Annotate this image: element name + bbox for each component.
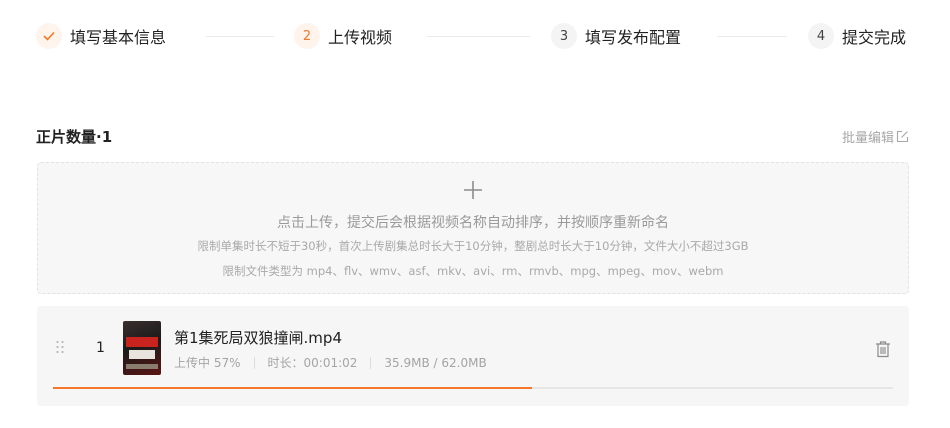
batch-edit-label: 批量编辑 [841, 131, 894, 146]
plus-icon [464, 181, 482, 199]
upload-instruction: 点击上传，提交后会根据视频名称自动排序，并按顺序重新命名 [277, 215, 669, 231]
step-label: 上传视频 [328, 28, 393, 47]
episode-count-title: 正片数量·1 [36, 128, 113, 146]
step-number: 4 [808, 23, 834, 49]
edit-icon [896, 130, 909, 143]
step-done-check-icon [36, 23, 62, 49]
step-connector [717, 36, 787, 37]
trash-icon[interactable] [875, 340, 891, 358]
step-submit-done: 4 提交完成 [808, 22, 906, 50]
step-label: 填写发布配置 [585, 28, 682, 47]
step-connector [427, 36, 530, 37]
batch-edit-button[interactable]: 批量编辑 [842, 127, 909, 146]
file-size: 35.9MB / 62.0MB [384, 355, 487, 370]
step-label: 填写基本信息 [70, 28, 167, 47]
file-name: 第1集死局双狼撞闸.mp4 [174, 329, 342, 347]
step-connector [206, 36, 274, 37]
upload-file-types: 限制文件类型为 mp4、flv、wmv、asf、mkv、avi、rm、rmvb、… [222, 264, 724, 278]
step-label: 提交完成 [842, 28, 907, 47]
divider [370, 356, 372, 369]
step-number: 3 [551, 23, 577, 49]
step-publish-config: 3 填写发布配置 [551, 22, 681, 50]
upload-progress-bar [53, 387, 893, 389]
video-duration: 时长：00:01:02 [267, 356, 358, 370]
divider [253, 356, 255, 369]
drag-handle-icon[interactable] [55, 339, 65, 355]
upload-file-item: 1 第1集死局双狼撞闸.mp4 上传中 57% 时长：00:01:02 35.9… [37, 306, 909, 406]
upload-dropzone[interactable]: 点击上传，提交后会根据视频名称自动排序，并按顺序重新命名 限制单集时长不短于30… [37, 162, 909, 294]
video-thumbnail [123, 321, 161, 375]
file-meta: 上传中 57% 时长：00:01:02 35.9MB / 62.0MB [174, 354, 487, 371]
upload-status: 上传中 57% [174, 356, 241, 370]
upload-duration-limit: 限制单集时长不短于30秒，首次上传剧集总时长大于10分钟，整剧总时长大于10分钟… [197, 239, 749, 253]
upload-stepper: 填写基本信息 2 上传视频 3 填写发布配置 4 提交完成 [0, 0, 950, 74]
step-basic-info: 填写基本信息 [36, 22, 166, 50]
upload-progress-fill [53, 387, 532, 389]
step-number: 2 [294, 23, 320, 49]
file-index: 1 [96, 340, 105, 356]
step-upload-video: 2 上传视频 [294, 22, 392, 50]
